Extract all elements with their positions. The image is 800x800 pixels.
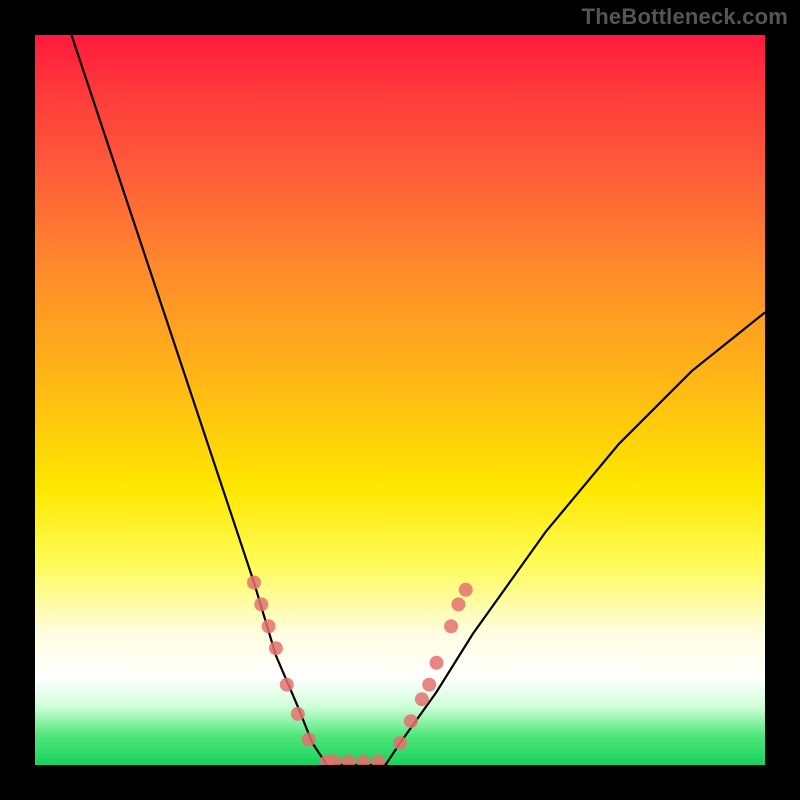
scatter-point xyxy=(357,754,371,765)
scatter-point xyxy=(254,597,268,611)
plot-area xyxy=(35,35,765,765)
bottleneck-curve xyxy=(72,35,766,765)
scatter-point xyxy=(342,754,356,765)
scatter-point xyxy=(280,678,294,692)
scatter-point xyxy=(422,678,436,692)
scatter-point xyxy=(262,619,276,633)
scatter-point xyxy=(269,641,283,655)
scatter-point xyxy=(430,656,444,670)
scatter-point xyxy=(415,692,429,706)
scatter-point xyxy=(247,576,261,590)
scatter-point xyxy=(404,714,418,728)
chart-frame: TheBottleneck.com xyxy=(0,0,800,800)
scatter-points xyxy=(247,576,473,766)
scatter-point xyxy=(302,733,316,747)
scatter-point xyxy=(451,597,465,611)
scatter-point xyxy=(444,619,458,633)
scatter-point xyxy=(393,736,407,750)
watermark-text: TheBottleneck.com xyxy=(582,4,788,30)
scatter-point xyxy=(371,754,385,765)
scatter-point xyxy=(459,583,473,597)
scatter-point xyxy=(291,707,305,721)
chart-svg xyxy=(35,35,765,765)
